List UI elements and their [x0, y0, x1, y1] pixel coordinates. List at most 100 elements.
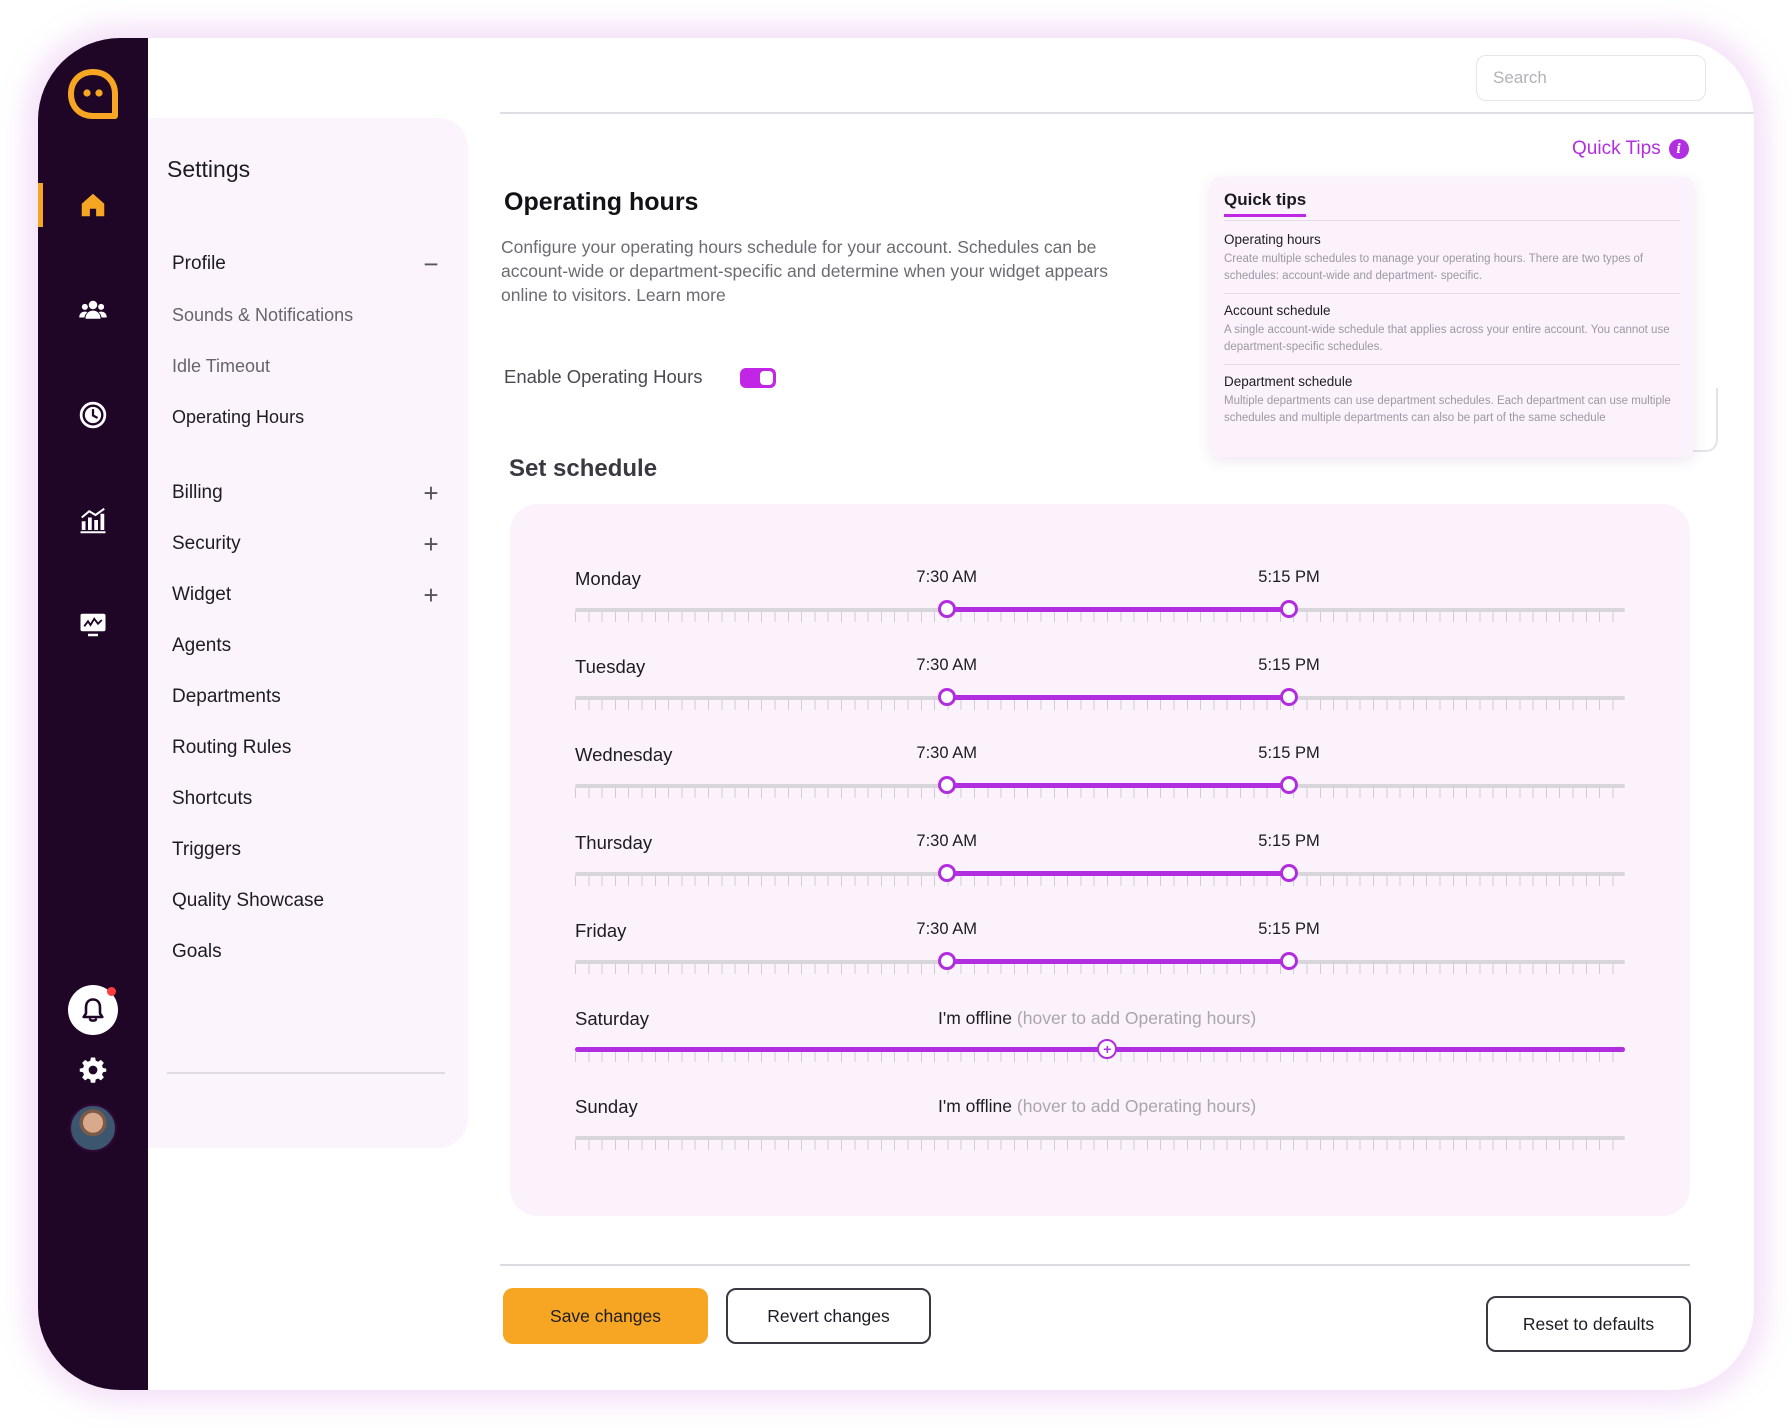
slider-range-fill	[946, 871, 1289, 876]
expand-icon[interactable]: +	[420, 582, 442, 608]
end-time-label: 5:15 PM	[1258, 920, 1320, 938]
save-changes-button[interactable]: Save changes	[503, 1288, 708, 1344]
schedule-row-monday: Monday 7:30 AM 5:15 PM	[510, 568, 1690, 638]
slider-range-fill	[946, 783, 1289, 788]
nav-departments-label: Departments	[172, 686, 281, 707]
rail-monitor[interactable]	[38, 603, 148, 647]
schedule-row-friday: Friday 7:30 AM 5:15 PM	[510, 920, 1690, 990]
nav-operating-hours[interactable]: Operating Hours	[172, 399, 442, 435]
tip-title: Operating hours	[1224, 232, 1321, 247]
time-range-slider[interactable]	[575, 600, 1625, 624]
time-range-slider[interactable]	[575, 1136, 1625, 1152]
expand-icon[interactable]: +	[420, 480, 442, 506]
nav-routing-rules[interactable]: Routing Rules	[172, 730, 442, 766]
slider-ticks	[575, 788, 1625, 798]
reset-to-defaults-button[interactable]: Reset to defaults	[1486, 1296, 1691, 1352]
header-divider	[500, 112, 1754, 114]
tip-item: Department schedule Multiple departments…	[1224, 365, 1680, 435]
rail-history[interactable]	[38, 393, 148, 437]
nav-triggers[interactable]: Triggers	[172, 832, 442, 868]
start-handle[interactable]	[937, 952, 956, 970]
revert-changes-button[interactable]: Revert changes	[726, 1288, 931, 1344]
bell-icon	[82, 998, 104, 1022]
nav-billing[interactable]: Billing +	[172, 475, 442, 511]
chat-bubble-logo-icon[interactable]	[66, 68, 120, 122]
start-time-label: 7:30 AM	[916, 920, 977, 938]
rail-analytics[interactable]	[38, 498, 148, 542]
nav-agents-label: Agents	[172, 635, 232, 656]
end-time-label: 5:15 PM	[1258, 568, 1320, 586]
rail-settings[interactable]	[38, 1048, 148, 1092]
schedule-row-sunday: Sunday I'm offline (hover to add Operati…	[510, 1096, 1690, 1166]
search-input[interactable]	[1493, 68, 1714, 88]
day-name: Thursday	[575, 832, 653, 853]
tip-title: Department schedule	[1224, 374, 1353, 389]
rail-team[interactable]	[38, 288, 148, 332]
tip-body: A single account-wide schedule that appl…	[1224, 324, 1670, 353]
schedule-row-saturday: Saturday I'm offline (hover to add Opera…	[510, 1008, 1690, 1078]
time-range-slider[interactable]	[575, 776, 1625, 800]
nav-goals[interactable]: Goals	[172, 934, 442, 970]
add-hours-handle[interactable]: +	[1097, 1039, 1118, 1059]
time-range-slider[interactable]	[575, 864, 1625, 888]
schedule-row-thursday: Thursday 7:30 AM 5:15 PM	[510, 832, 1690, 902]
nav-profile-label: Profile	[172, 253, 226, 274]
nav-profile[interactable]: Profile −	[172, 246, 442, 282]
schedule-panel: Monday 7:30 AM 5:15 PM Tuesday 7:30 AM 5…	[510, 504, 1690, 1216]
nav-shortcuts-label: Shortcuts	[172, 788, 253, 809]
offline-text: I'm offline	[938, 1008, 1013, 1028]
nav-departments[interactable]: Departments	[172, 679, 442, 715]
start-handle[interactable]	[937, 864, 956, 882]
nav-shortcuts[interactable]: Shortcuts	[172, 781, 442, 817]
rail-home[interactable]	[38, 183, 148, 227]
app-window: Settings Profile − Sounds & Notification…	[38, 38, 1754, 1390]
nav-quality-showcase[interactable]: Quality Showcase	[172, 883, 442, 919]
collapse-icon[interactable]: −	[420, 251, 442, 277]
time-range-slider[interactable]	[575, 688, 1625, 712]
start-time-label: 7:30 AM	[916, 744, 977, 762]
nav-routing-rules-label: Routing Rules	[172, 737, 292, 758]
quick-tips-link[interactable]: Quick Tips i	[1572, 138, 1689, 160]
offline-hint: (hover to add Operating hours)	[1016, 1008, 1257, 1028]
slider-range-fill	[946, 607, 1289, 612]
end-handle[interactable]	[1280, 600, 1298, 618]
offline-status: I'm offline (hover to add Operating hour…	[938, 1008, 1256, 1029]
time-range-slider[interactable]	[575, 952, 1625, 976]
info-icon: i	[1668, 139, 1689, 159]
schedule-row-wednesday: Wednesday 7:30 AM 5:15 PM	[510, 744, 1690, 814]
end-handle[interactable]	[1280, 864, 1298, 882]
nav-widget[interactable]: Widget +	[172, 577, 442, 613]
start-handle[interactable]	[937, 600, 956, 618]
nav-sounds-notifications-label: Sounds & Notifications	[172, 304, 354, 325]
left-rail	[38, 38, 148, 1390]
search-box[interactable]	[1476, 55, 1714, 101]
start-handle[interactable]	[937, 688, 956, 706]
quick-tips-panel: Quick tips Operating hours Create multip…	[1210, 177, 1694, 457]
nav-sounds-notifications[interactable]: Sounds & Notifications	[172, 297, 442, 333]
end-handle[interactable]	[1280, 688, 1298, 706]
end-handle[interactable]	[1280, 952, 1298, 970]
toggle-knob	[760, 371, 773, 385]
tip-title: Account schedule	[1224, 303, 1331, 318]
slider-ticks	[575, 700, 1625, 710]
end-handle[interactable]	[1280, 776, 1298, 794]
nav-idle-timeout[interactable]: Idle Timeout	[172, 348, 442, 384]
offline-status: I'm offline (hover to add Operating hour…	[938, 1096, 1256, 1117]
page-title: Operating hours	[504, 188, 699, 216]
gear-icon	[79, 1057, 107, 1083]
offline-text: I'm offline	[938, 1096, 1013, 1116]
start-handle[interactable]	[937, 776, 956, 794]
slider-ticks	[575, 1140, 1625, 1150]
time-range-slider[interactable]: +	[575, 1039, 1625, 1064]
tip-item: Account schedule A single account-wide s…	[1224, 294, 1680, 365]
end-time-label: 5:15 PM	[1258, 744, 1320, 762]
day-name: Tuesday	[575, 656, 646, 677]
enable-operating-hours-toggle[interactable]	[740, 368, 776, 388]
page-description: Configure your operating hours schedule …	[501, 237, 1108, 305]
nav-security-label: Security	[172, 533, 241, 554]
nav-agents[interactable]: Agents	[172, 628, 442, 664]
expand-icon[interactable]: +	[420, 531, 442, 557]
notifications-button[interactable]	[68, 985, 118, 1035]
nav-security[interactable]: Security +	[172, 526, 442, 562]
avatar[interactable]	[69, 1104, 117, 1152]
